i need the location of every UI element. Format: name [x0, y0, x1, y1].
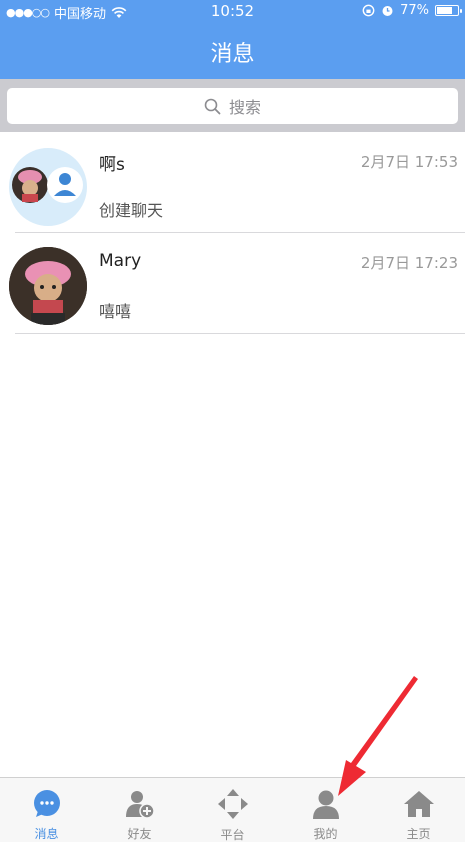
battery-percent: 77% [400, 3, 429, 18]
status-bar: ●●●○○ 中国移动 10:52 77% [0, 0, 465, 22]
search-placeholder: 搜索 [228, 98, 261, 117]
conversation-item[interactable]: 啊s 2月7日 17:53 创建聊天 [0, 132, 465, 233]
tab-bar: 消息 好友 平台 我的 主页 [0, 777, 465, 842]
tab-platform[interactable]: 平台 [186, 778, 279, 842]
tab-label: 好友 [127, 827, 152, 841]
add-friend-icon [125, 790, 155, 819]
conversation-time: 2月7日 17:23 [360, 254, 458, 272]
alarm-icon [382, 6, 393, 16]
tab-me[interactable]: 我的 [279, 778, 372, 842]
tab-label: 消息 [34, 827, 59, 841]
platform-arrows-icon [217, 789, 248, 819]
tab-home[interactable]: 主页 [372, 778, 465, 842]
conversation-item[interactable]: Mary 2月7日 17:23 嘻嘻 [0, 233, 465, 334]
conversation-time: 2月7日 17:53 [360, 153, 458, 171]
person-icon [312, 790, 339, 819]
conversation-preview: 嘻嘻 [99, 302, 132, 321]
group-avatar [9, 148, 87, 226]
conversation-name: 啊s [99, 155, 125, 175]
tab-label: 主页 [406, 827, 431, 841]
search-icon [204, 98, 221, 114]
divider [15, 333, 465, 334]
conversation-list: 啊s 2月7日 17:53 创建聊天 Mary 2月7日 17:23 嘻嘻 [0, 132, 465, 334]
home-icon [403, 790, 434, 817]
tab-label: 我的 [313, 827, 338, 841]
conversation-preview: 创建聊天 [99, 201, 164, 220]
user-avatar [9, 247, 87, 325]
page-title: 消息 [210, 42, 255, 67]
conversation-name: Mary [99, 251, 142, 271]
search-input[interactable]: 搜索 [7, 88, 458, 124]
search-area: 搜索 [0, 79, 465, 132]
tab-friends[interactable]: 好友 [93, 778, 186, 842]
battery-icon [435, 5, 462, 16]
tab-messages[interactable]: 消息 [0, 778, 93, 842]
header-bar: ●●●○○ 中国移动 10:52 77% 消息 [0, 0, 465, 79]
rotation-lock-icon [362, 4, 375, 17]
chat-bubble-icon [33, 789, 60, 817]
tab-label: 平台 [220, 828, 245, 842]
